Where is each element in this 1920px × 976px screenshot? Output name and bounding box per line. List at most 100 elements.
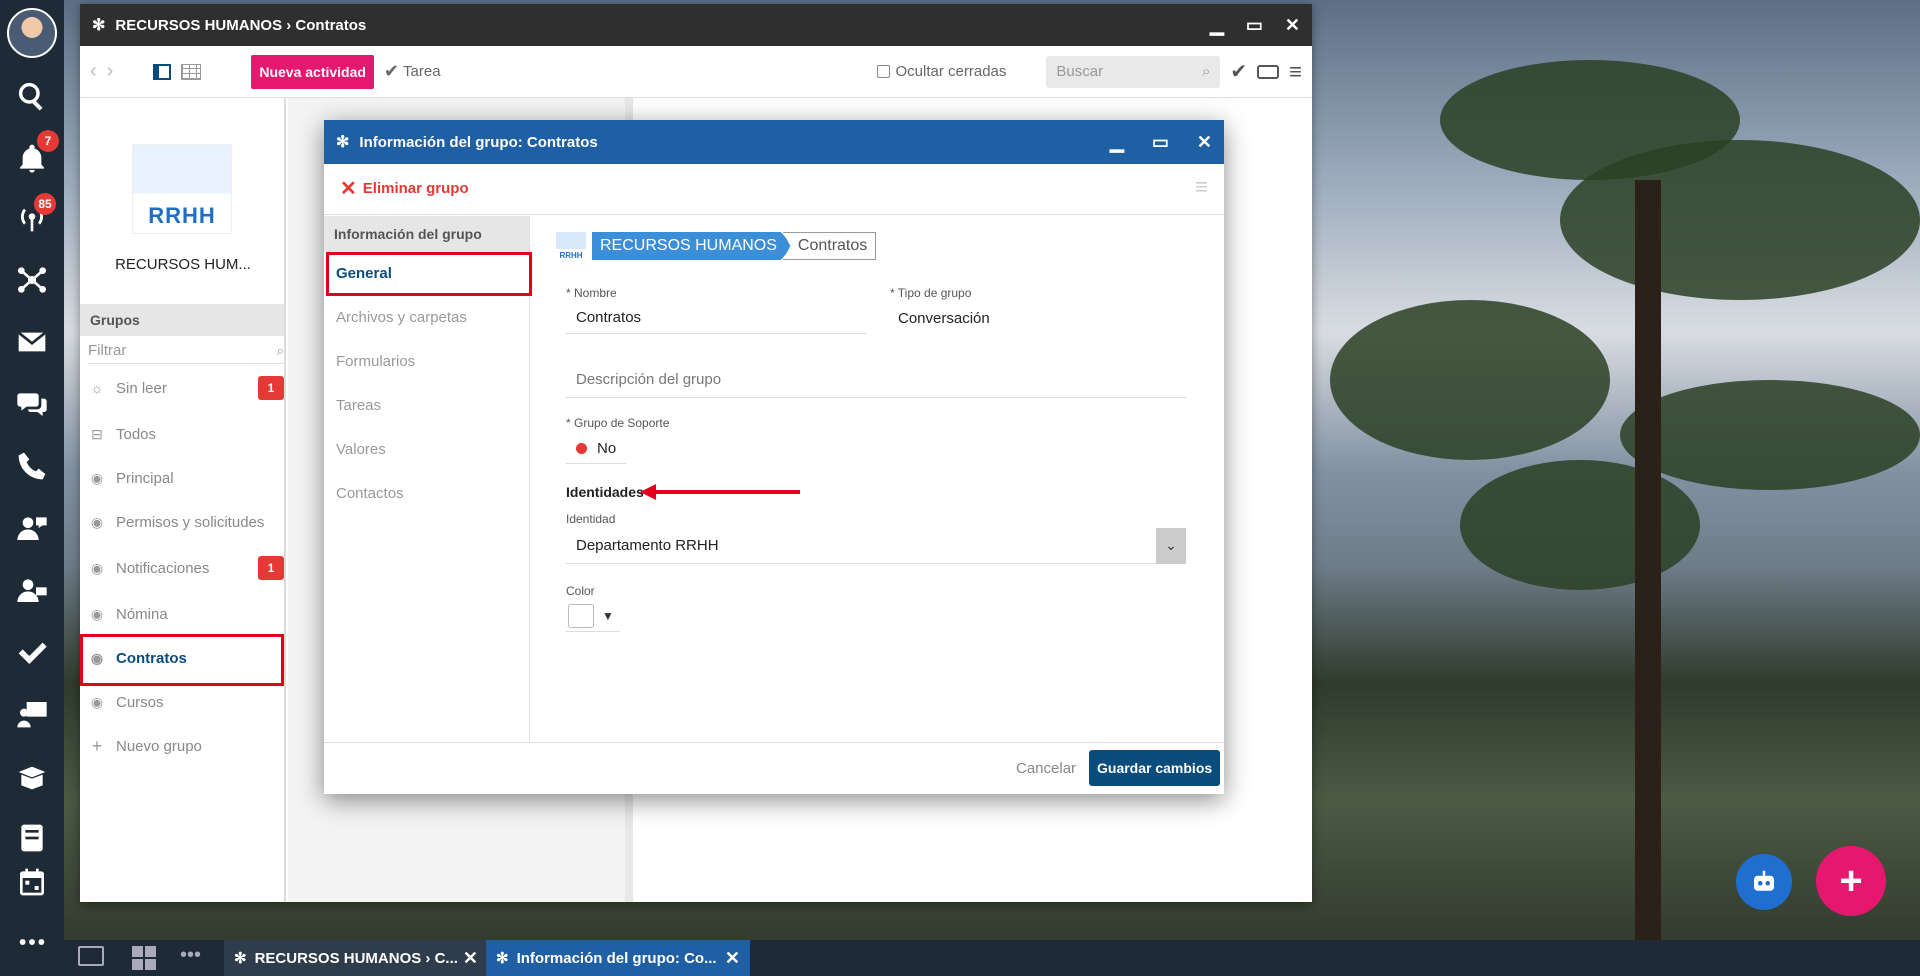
close-icon[interactable]: ✕ [1285, 15, 1300, 36]
filter-input[interactable]: Filtrar ⌕ [88, 338, 284, 364]
search-icon[interactable] [12, 76, 52, 116]
close-icon[interactable]: ✕ [725, 948, 740, 969]
check-all-icon[interactable]: ✔ [1230, 59, 1247, 84]
search-input[interactable]: Buscar ⌕ [1046, 55, 1221, 88]
new-activity-button[interactable]: Nueva actividad [251, 54, 374, 89]
group-item-cursos[interactable]: ◉ Cursos [88, 684, 284, 720]
forward-arrow-icon[interactable]: › [107, 60, 114, 83]
close-icon[interactable]: ✕ [463, 948, 478, 969]
highlight-box-contratos [80, 634, 284, 686]
group-item-permisos[interactable]: ◉ Permisos y solicitudes [88, 504, 284, 540]
mail-icon[interactable] [12, 322, 52, 362]
maximize-icon[interactable]: ▭ [1246, 15, 1263, 36]
support-agents-icon[interactable] [12, 508, 52, 548]
desktop-icon[interactable] [78, 946, 104, 966]
group-info-dialog: ✻ Información del grupo: Contratos ▁ ▭ ✕… [324, 120, 1224, 794]
annotation-arrowhead [640, 484, 656, 500]
highlight-box-general [326, 252, 532, 296]
group-item-nomina[interactable]: ◉ Nómina [88, 596, 284, 632]
new-group-button[interactable]: + Nuevo grupo [88, 728, 284, 764]
annotation-arrow [650, 490, 800, 494]
identities-header: Identidades [566, 484, 644, 500]
taskbar-tab-dialog[interactable]: ✻ Información del grupo: Co... ✕ [486, 940, 750, 976]
tasks-check-icon[interactable] [12, 632, 52, 672]
panel-view-icon[interactable] [153, 63, 172, 80]
maximize-icon[interactable]: ▭ [1152, 132, 1169, 153]
helpdesk-icon[interactable] [12, 570, 52, 610]
groups-hub-icon: ✻ [336, 134, 350, 151]
nav-item-contacts[interactable]: Contactos [324, 472, 529, 516]
search-icon: ⌕ [1201, 63, 1211, 80]
check-icon: ✔ [383, 61, 400, 81]
group-item-principal[interactable]: ◉ Principal [88, 460, 284, 496]
task-button[interactable]: ✔ Tarea [384, 61, 441, 82]
name-label: * Nombre [566, 286, 617, 300]
user-avatar[interactable] [7, 8, 57, 58]
groups-sidebar: RRHH RECURSOS HUM... Grupos Filtrar ⌕ ☼ … [80, 98, 286, 902]
chevron-down-icon[interactable]: ⌄ [1156, 527, 1186, 564]
more-dots-icon[interactable]: ••• [180, 944, 201, 967]
close-icon[interactable]: ✕ [1197, 132, 1212, 153]
support-group-toggle[interactable]: No [566, 434, 626, 464]
main-window-title: RECURSOS HUMANOS › Contratos [115, 16, 367, 34]
dialog-menu-icon[interactable]: ≡ [1195, 174, 1208, 200]
identity-select[interactable]: Departamento RRHH ⌄ [566, 527, 1186, 564]
nav-item-forms[interactable]: Formularios [324, 340, 529, 384]
table-view-icon[interactable] [181, 63, 202, 80]
group-type-value: Conversación [898, 310, 990, 327]
more-dots-icon[interactable] [12, 922, 52, 962]
group-type-label: * Tipo de grupo [890, 286, 972, 300]
delete-group-button[interactable]: ✕ Eliminar grupo [340, 176, 469, 201]
sun-icon: ☼ [90, 380, 104, 396]
group-item-notificaciones[interactable]: ◉ Notificaciones 1 [88, 550, 284, 586]
color-label: Color [566, 584, 595, 598]
assistant-bot-button[interactable] [1736, 854, 1792, 910]
group-breadcrumb: RRHH RECURSOS HUMANOS Contratos [556, 232, 877, 260]
add-fab-button[interactable]: + [1816, 846, 1886, 916]
nav-item-files[interactable]: Archivos y carpetas [324, 296, 529, 340]
color-picker[interactable]: ▼ [566, 600, 620, 632]
breadcrumb-parent[interactable]: RECURSOS HUMANOS [592, 232, 793, 260]
groups-hub-icon[interactable] [12, 260, 52, 300]
minimize-icon[interactable]: ▁ [1210, 15, 1224, 36]
taskbar-tab-main[interactable]: ✻ RECURSOS HUMANOS › C... ✕ [224, 940, 488, 976]
notifications-badge: 7 [37, 130, 59, 152]
dialog-divider [324, 214, 1224, 215]
groups-hub-icon: ✻ [92, 17, 106, 34]
save-changes-button[interactable]: Guardar cambios [1089, 750, 1221, 786]
group-item-all[interactable]: ⊟ Todos [88, 416, 284, 452]
phone-icon[interactable] [12, 446, 52, 486]
cancel-button[interactable]: Cancelar [1016, 760, 1076, 777]
hide-closed-checkbox[interactable] [876, 65, 890, 78]
presentation-icon[interactable] [12, 694, 52, 734]
group-item-unread[interactable]: ☼ Sin leer 1 [88, 370, 284, 406]
notebook-icon[interactable] [12, 818, 52, 858]
open-box-icon[interactable] [12, 756, 52, 796]
minimize-icon[interactable]: ▁ [1110, 132, 1124, 153]
radio-dot-icon: ◉ [90, 469, 104, 486]
calendar-icon[interactable] [12, 862, 52, 902]
apps-grid-icon[interactable] [132, 946, 156, 970]
breadcrumb-logo: RRHH [556, 232, 586, 260]
org-name: RECURSOS HUM... [115, 256, 251, 273]
plus-icon: + [1839, 858, 1863, 903]
search-placeholder: Buscar [1056, 63, 1104, 80]
nav-item-tasks[interactable]: Tareas [324, 384, 529, 428]
inbox-tray-icon[interactable] [1257, 64, 1280, 79]
delete-x-icon: ✕ [340, 178, 357, 200]
dialog-titlebar: ✻ Información del grupo: Contratos ▁ ▭ ✕ [324, 120, 1224, 164]
color-swatch [568, 603, 594, 628]
footer-divider [324, 742, 1224, 743]
groups-hub-icon: ✻ [234, 950, 247, 967]
chat-icon[interactable] [12, 384, 52, 424]
description-field[interactable]: Descripción del grupo [566, 364, 1186, 398]
back-arrow-icon[interactable]: ‹ [90, 60, 97, 83]
hide-closed-toggle[interactable]: Ocultar cerradas [876, 63, 1006, 80]
radio-dot-icon: ◉ [90, 513, 104, 530]
nav-item-values[interactable]: Valores [324, 428, 529, 472]
task-button-label: Tarea [403, 63, 441, 80]
name-field[interactable]: Contratos [566, 304, 866, 334]
main-window-titlebar: ✻ RECURSOS HUMANOS › Contratos ▁ ▭ ✕ [80, 4, 1312, 46]
hamburger-menu-icon[interactable]: ≡ [1289, 59, 1302, 85]
notificaciones-count-badge: 1 [258, 556, 284, 580]
